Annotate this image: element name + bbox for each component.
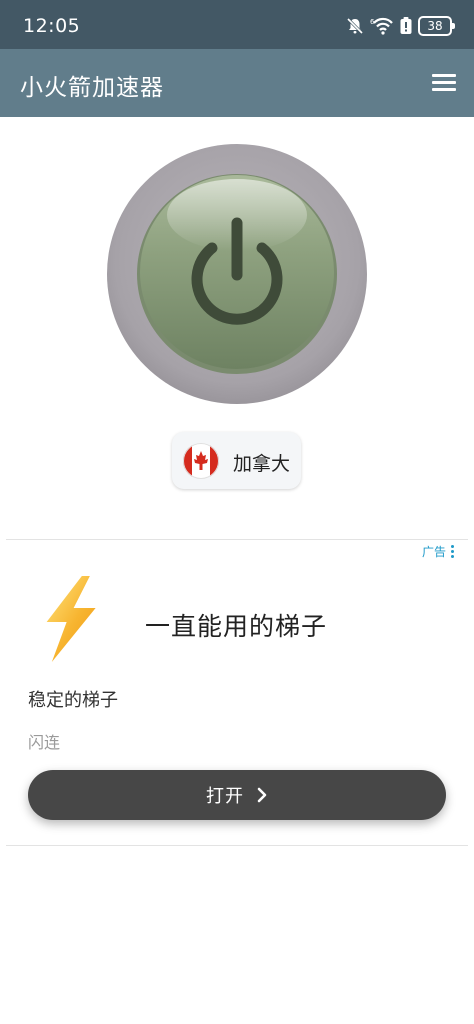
country-selector[interactable]: 加拿大 <box>172 432 301 489</box>
chevron-right-icon <box>257 787 267 803</box>
open-button[interactable]: 打开 <box>28 770 446 820</box>
open-button-label: 打开 <box>206 786 244 807</box>
ad-body: 稳定的梯子 <box>28 690 118 711</box>
status-time: 12:05 <box>23 15 81 37</box>
status-icons: 6 38 <box>346 15 455 37</box>
battery-icon: 38 <box>418 16 455 36</box>
battery-level: 38 <box>427 19 443 33</box>
country-name: 加拿大 <box>233 453 291 475</box>
canada-flag-icon <box>183 443 219 479</box>
power-button[interactable] <box>107 143 367 405</box>
svg-text:6: 6 <box>370 18 375 26</box>
wifi-6-icon: 6 <box>370 17 393 35</box>
battery-alert-icon <box>400 17 412 34</box>
hamburger-menu-icon[interactable] <box>432 72 456 94</box>
ad-label: 广告 <box>421 545 446 559</box>
power-icon <box>107 144 367 404</box>
ad-card[interactable]: 广告 一直能用的梯子 稳定的梯子 闪连 打开 <box>6 539 468 846</box>
app-title: 小火箭加速器 <box>20 75 164 101</box>
more-options-icon[interactable] <box>451 545 454 558</box>
ad-advertiser: 闪连 <box>28 733 61 752</box>
bell-muted-icon <box>346 17 364 35</box>
status-bar: 12:05 6 38 <box>0 0 474 49</box>
app-bar: 小火箭加速器 <box>0 49 474 117</box>
ad-title: 一直能用的梯子 <box>145 612 328 641</box>
ad-choices[interactable]: 广告 <box>422 543 454 560</box>
lightning-bolt-icon <box>46 576 96 662</box>
